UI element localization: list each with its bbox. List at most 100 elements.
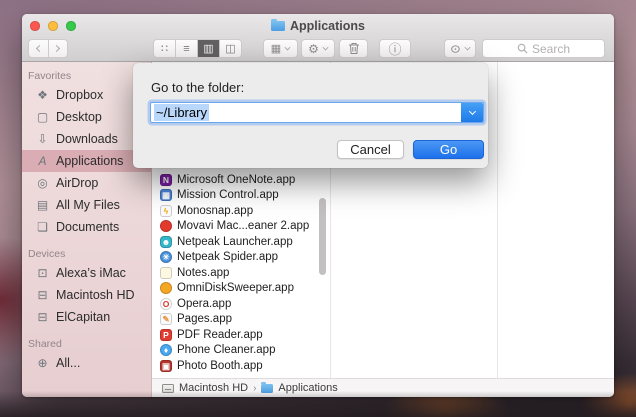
cancel-button[interactable]: Cancel	[337, 140, 404, 159]
sidebar-item-label: Documents	[56, 220, 120, 234]
app-icon: ▣	[160, 359, 172, 372]
path-item-folder[interactable]: Applications	[278, 382, 337, 394]
file-name: Microsoft OneNote.app	[177, 173, 296, 186]
folder-icon	[261, 381, 274, 393]
file-row[interactable]: Movavi Mac...eaner 2.app	[152, 219, 330, 235]
file-row[interactable]: OmniDiskSweeper.app	[152, 281, 330, 297]
sidebar-item-label: All My Files	[56, 198, 120, 212]
list-view-button[interactable]: ≡	[176, 40, 198, 57]
sidebar-item-desktop[interactable]: ▢ Desktop	[22, 106, 151, 128]
folder-path-input[interactable]: ~/Library	[150, 102, 484, 123]
sidebar-item-applications[interactable]: A Applications	[22, 150, 151, 172]
file-name: Netpeak Spider.app	[177, 251, 279, 264]
file-name: Netpeak Launcher.app	[177, 235, 293, 248]
list-view-icon: ≡	[183, 42, 190, 55]
file-row[interactable]: ☻ Netpeak Launcher.app	[152, 234, 330, 250]
delete-button[interactable]	[339, 39, 368, 58]
sidebar-header-favorites: Favorites	[28, 70, 72, 82]
chevron-left-icon	[35, 44, 43, 53]
coverflow-view-button[interactable]: ◫	[220, 40, 241, 57]
folder-path-value: ~/Library	[154, 104, 209, 121]
go-to-folder-dialog: Go to the folder: ~/Library Cancel Go	[133, 63, 488, 168]
file-row[interactable]: ϟ Monosnap.app	[152, 203, 330, 219]
file-row[interactable]: Notes.app	[152, 265, 330, 281]
search-icon	[517, 43, 528, 54]
downloads-icon: ⇩	[37, 132, 48, 146]
sidebar-item-airdrop[interactable]: ◎ AirDrop	[22, 172, 151, 194]
view-switcher: ∷ ≡ ▥ ◫	[153, 39, 242, 58]
file-name: PDF Reader.app	[177, 328, 263, 341]
file-row[interactable]: ▣ Photo Booth.app	[152, 358, 330, 374]
imac-icon: ⊡	[37, 266, 48, 280]
file-name: Notes.app	[177, 266, 230, 279]
app-icon: ☻	[160, 235, 172, 248]
path-bar: Macintosh HD › Applications	[152, 378, 614, 397]
applications-icon: A	[38, 154, 47, 168]
sidebar-item-macintosh-hd[interactable]: ⊟ Macintosh HD	[22, 284, 151, 306]
back-button[interactable]	[29, 40, 49, 57]
chevron-down-icon	[468, 107, 476, 115]
forward-button[interactable]	[49, 40, 68, 57]
sidebar-item-label: Downloads	[56, 132, 118, 146]
desktop: Applications ∷ ≡ ▥ ◫ ▦ ⚙ ⓘ ⊙ Search Favo…	[0, 0, 636, 417]
icon-view-button[interactable]: ∷	[154, 40, 176, 57]
dropbox-icon: ❖	[37, 88, 48, 102]
sidebar-item-dropbox[interactable]: ❖ Dropbox	[22, 84, 151, 106]
arrange-button[interactable]: ▦	[263, 39, 298, 58]
app-icon	[160, 220, 172, 233]
path-item-disk[interactable]: Macintosh HD	[179, 382, 248, 394]
airdrop-icon: ◎	[37, 176, 48, 190]
eye-icon: ⊙	[450, 41, 461, 55]
file-row[interactable]: P PDF Reader.app	[152, 327, 330, 343]
chevron-down-icon	[322, 44, 329, 51]
coverflow-view-icon: ◫	[225, 43, 236, 55]
file-name: Pages.app	[177, 313, 232, 326]
sidebar-item-label: Desktop	[56, 110, 102, 124]
file-row[interactable]: N Microsoft OneNote.app	[152, 172, 330, 188]
app-icon: ✎	[160, 313, 172, 326]
go-button[interactable]: Go	[413, 140, 484, 159]
sidebar-item-label: All...	[56, 356, 81, 370]
combo-dropdown-button[interactable]	[461, 103, 483, 122]
chevron-right-icon	[53, 44, 61, 53]
show-hidden-files-button[interactable]: ⊙	[444, 39, 476, 58]
hard-drive-icon: ⊟	[37, 288, 48, 302]
file-name: Phone Cleaner.app	[177, 344, 276, 357]
go-button-label: Go	[439, 142, 458, 157]
file-name: Mission Control.app	[177, 189, 279, 202]
info-icon: ⓘ	[388, 42, 402, 57]
action-menu-button[interactable]: ⚙	[301, 39, 335, 58]
file-name: Movavi Mac...eaner 2.app	[177, 220, 310, 233]
file-row[interactable]: O Opera.app	[152, 296, 330, 312]
arrange-grid-icon: ▦	[270, 43, 282, 55]
search-input[interactable]: Search	[482, 39, 605, 58]
file-row[interactable]: ✎ Pages.app	[152, 312, 330, 328]
gear-icon: ⚙	[308, 41, 319, 56]
trash-icon	[348, 43, 359, 54]
sidebar-item-label: Applications	[56, 154, 124, 168]
window-chrome: Applications ∷ ≡ ▥ ◫ ▦ ⚙ ⓘ ⊙ Search	[22, 14, 614, 62]
cancel-button-label: Cancel	[350, 142, 391, 157]
sidebar-item-elcapitan[interactable]: ⊟ ElCapitan	[22, 306, 151, 328]
column-divider	[497, 62, 498, 378]
sidebar-item-all-my-files[interactable]: ▤ All My Files	[22, 194, 151, 216]
sidebar-item-alexas-imac[interactable]: ⊡ Alexa’s iMac	[22, 262, 151, 284]
scrollbar-thumb[interactable]	[319, 198, 326, 275]
sidebar-item-downloads[interactable]: ⇩ Downloads	[22, 128, 151, 150]
sidebar-item-label: ElCapitan	[56, 310, 111, 324]
get-info-button[interactable]: ⓘ	[379, 39, 411, 58]
sidebar-item-documents[interactable]: ❏ Documents	[22, 216, 151, 238]
hard-drive-icon	[162, 383, 174, 393]
app-icon: P	[160, 328, 172, 341]
app-icon	[160, 282, 172, 295]
file-row[interactable]: ♦ Phone Cleaner.app	[152, 343, 330, 359]
back-forward-group	[28, 39, 68, 58]
all-my-files-icon: ▤	[36, 198, 49, 212]
app-icon: ϟ	[160, 204, 172, 217]
file-row[interactable]: ▦ Mission Control.app	[152, 188, 330, 204]
column-view-button[interactable]: ▥	[198, 40, 220, 57]
sidebar-item-label: AirDrop	[56, 176, 99, 190]
sidebar-item-all-shared[interactable]: ⊕ All...	[22, 352, 151, 374]
file-row[interactable]: ✳ Netpeak Spider.app	[152, 250, 330, 266]
globe-icon: ⊕	[37, 356, 48, 370]
